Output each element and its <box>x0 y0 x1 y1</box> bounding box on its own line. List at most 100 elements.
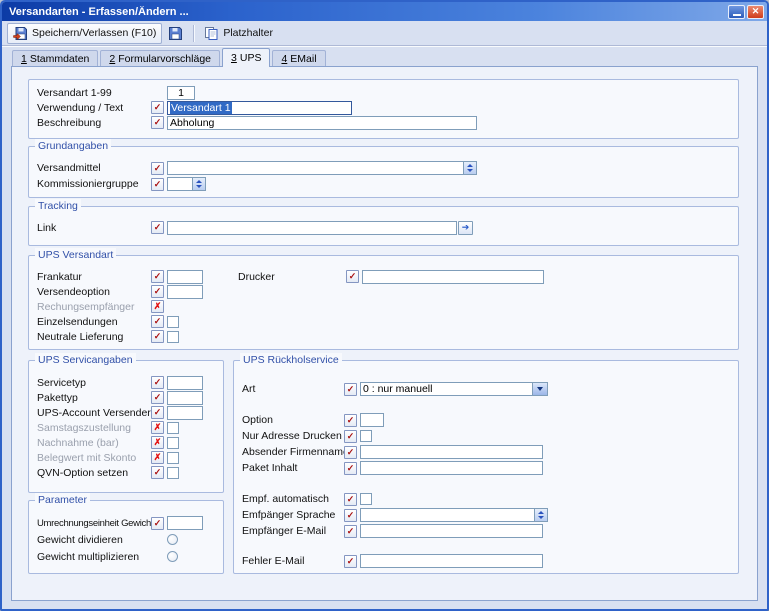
nachnahme-label: Nachnahme (bar) <box>37 436 119 449</box>
pakettyp-input[interactable] <box>167 390 203 405</box>
versendeoption-input[interactable] <box>167 284 203 299</box>
qvn-option-active-toggle[interactable]: ✓ <box>151 466 164 479</box>
art-dropdown-value[interactable]: 0 : nur manuell <box>360 382 533 396</box>
rechnungsempfaenger-active-toggle[interactable]: ✗ <box>151 300 164 313</box>
empf-automatisch-active-toggle[interactable]: ✓ <box>344 492 357 506</box>
ups-versandart-legend: UPS Versandart <box>35 248 117 262</box>
minimize-icon <box>732 7 741 16</box>
tab-accelerator: 3 <box>231 52 237 64</box>
versandmittel-combo-input[interactable] <box>167 161 464 175</box>
link-input[interactable] <box>167 220 457 235</box>
tab-stammdaten[interactable]: 1 Stammdaten <box>12 50 99 66</box>
beschreibung-input[interactable]: Abholung <box>167 115 477 130</box>
option-active-toggle[interactable]: ✓ <box>344 413 357 427</box>
absender-row: Absender Firmenname ✓ <box>234 444 738 460</box>
frankatur-active-toggle[interactable]: ✓ <box>151 270 164 283</box>
gewicht-multiplizieren-radio[interactable] <box>167 551 178 562</box>
fehler-email-active-toggle[interactable]: ✓ <box>344 554 357 568</box>
tab-ups[interactable]: 3 UPS <box>222 48 271 67</box>
nur-adresse-active-toggle[interactable]: ✓ <box>344 429 357 443</box>
versandart-row: Versandart 1-99 1 <box>29 85 738 100</box>
drucker-active-toggle[interactable]: ✓ <box>346 270 359 283</box>
gewicht-dividieren-label: Gewicht dividieren <box>37 533 123 546</box>
einzelsendungen-checkbox[interactable] <box>167 315 179 328</box>
absender-active-toggle[interactable]: ✓ <box>344 445 357 459</box>
neutrale-lieferung-active-toggle[interactable]: ✓ <box>151 330 164 343</box>
servicetyp-input[interactable] <box>167 375 203 390</box>
empfaenger-sprache-row: Emfpänger Sprache ✓ <box>234 507 738 523</box>
belegwert-checkbox[interactable] <box>167 451 179 464</box>
save-icon <box>169 26 183 40</box>
ups-account-input[interactable] <box>167 405 203 420</box>
fehler-email-label: Fehler E-Mail <box>242 555 305 567</box>
drucker-input[interactable] <box>362 269 544 284</box>
neutrale-lieferung-checkbox[interactable] <box>167 330 179 343</box>
link-row: Link ✓ ➔ <box>29 220 738 235</box>
tab-formularvorschlaege[interactable]: 2 Formularvorschläge <box>100 50 221 66</box>
kommissioniergruppe-spinner-button[interactable] <box>193 177 206 191</box>
art-active-toggle[interactable]: ✓ <box>344 382 357 396</box>
samstagszustellung-active-toggle[interactable]: ✗ <box>151 421 164 434</box>
nachnahme-active-toggle[interactable]: ✗ <box>151 436 164 449</box>
nachnahme-checkbox[interactable] <box>167 436 179 449</box>
save-exit-button[interactable]: Speichern/Verlassen (F10) <box>7 22 163 44</box>
link-active-toggle[interactable]: ✓ <box>151 221 164 234</box>
tab-accelerator: 2 <box>109 52 116 65</box>
empf-automatisch-label: Empf. automatisch <box>242 493 329 505</box>
versandmittel-spinner-button[interactable] <box>464 161 477 175</box>
gewicht-dividieren-radio[interactable] <box>167 534 178 545</box>
einzelsendungen-active-toggle[interactable]: ✓ <box>151 315 164 328</box>
umrechnung-active-toggle[interactable]: ✓ <box>151 516 164 530</box>
qvn-option-checkbox[interactable] <box>167 466 179 479</box>
beschreibung-label: Beschreibung <box>37 116 102 129</box>
belegwert-row: Belegwert mit Skonto ✗ <box>29 450 223 465</box>
beschreibung-row: Beschreibung ✓ Abholung <box>29 115 738 130</box>
einzelsendungen-label: Einzelsendungen <box>37 315 118 328</box>
empfaenger-email-input[interactable] <box>360 524 543 538</box>
paket-inhalt-input[interactable] <box>360 461 543 475</box>
option-input[interactable] <box>360 413 384 427</box>
empf-automatisch-checkbox[interactable] <box>360 493 372 505</box>
kommissioniergruppe-active-toggle[interactable]: ✓ <box>151 177 164 191</box>
absender-input[interactable] <box>360 445 543 459</box>
empfaenger-email-active-toggle[interactable]: ✓ <box>344 524 357 538</box>
title-bar[interactable]: Versandarten - Erfassen/Ändern ... ✕ <box>2 2 767 21</box>
servicetyp-active-toggle[interactable]: ✓ <box>151 376 164 389</box>
versandart-number-field[interactable]: 1 <box>167 85 195 100</box>
empfaenger-sprache-combo-input[interactable] <box>360 508 535 522</box>
art-dropdown-button[interactable] <box>533 382 548 396</box>
versandmittel-active-toggle[interactable]: ✓ <box>151 161 164 175</box>
nur-adresse-checkbox[interactable] <box>360 430 372 442</box>
nur-adresse-label: Nur Adresse Drucken <box>242 430 342 442</box>
belegwert-active-toggle[interactable]: ✗ <box>151 451 164 464</box>
window-close-button[interactable]: ✕ <box>747 4 764 19</box>
tab-email[interactable]: 4 EMail <box>272 50 326 66</box>
versendeoption-label: Versendeoption <box>37 285 110 298</box>
verwendung-active-toggle[interactable]: ✓ <box>151 101 164 114</box>
paket-inhalt-active-toggle[interactable]: ✓ <box>344 461 357 475</box>
qvn-option-row: QVN-Option setzen ✓ <box>29 465 223 480</box>
tracking-groupbox: Tracking Link ✓ ➔ <box>28 199 739 246</box>
link-open-button[interactable]: ➔ <box>458 220 473 235</box>
toolbar-separator <box>193 24 195 42</box>
ups-account-active-toggle[interactable]: ✓ <box>151 406 164 419</box>
paket-inhalt-row: Paket Inhalt ✓ <box>234 460 738 476</box>
link-arrow-icon: ➔ <box>461 222 470 232</box>
umrechnung-input[interactable] <box>167 516 203 530</box>
fehler-email-input[interactable] <box>360 554 543 568</box>
kommissioniergruppe-combo-input[interactable] <box>167 177 193 191</box>
ups-account-row: UPS-Account Versender ✓ <box>29 405 223 420</box>
pakettyp-active-toggle[interactable]: ✓ <box>151 391 164 404</box>
platzhalter-button[interactable]: Platzhalter <box>198 23 279 44</box>
beschreibung-active-toggle[interactable]: ✓ <box>151 116 164 129</box>
samstagszustellung-checkbox[interactable] <box>167 421 179 434</box>
save-exit-label: Speichern/Verlassen (F10) <box>32 27 157 39</box>
empfaenger-sprache-spinner-button[interactable] <box>535 508 548 522</box>
window-minimize-button[interactable] <box>728 4 745 19</box>
empfaenger-sprache-active-toggle[interactable]: ✓ <box>344 508 357 522</box>
versendeoption-active-toggle[interactable]: ✓ <box>151 285 164 298</box>
save-button[interactable] <box>162 23 189 44</box>
verwendung-input[interactable]: Versandart 1 <box>167 100 352 115</box>
frankatur-input[interactable] <box>167 269 203 284</box>
